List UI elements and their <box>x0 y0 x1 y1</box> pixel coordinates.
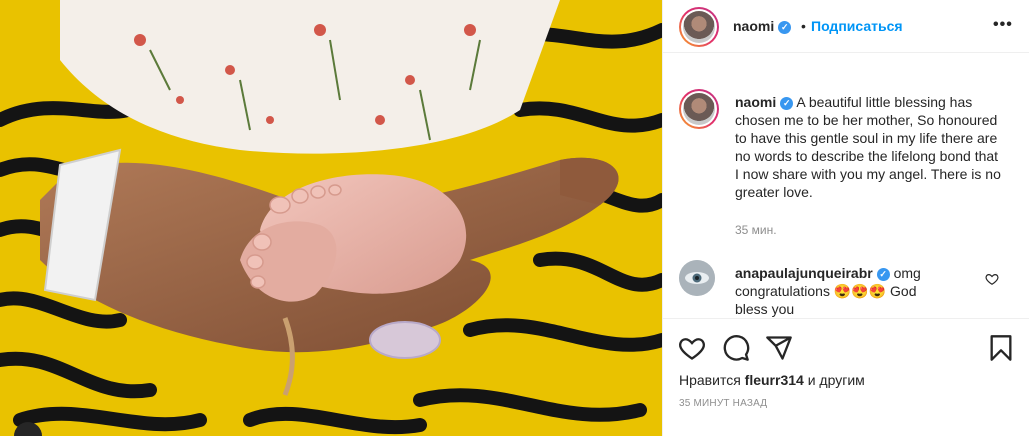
likes-line: Нравится fleurr314 и другим <box>679 372 865 388</box>
header-separator: • <box>801 18 806 34</box>
post-side-panel: naomi ✓ • Подписаться ••• naomi ✓ A beauti… <box>663 0 1029 436</box>
verified-icon: ✓ <box>876 267 890 281</box>
commenter-avatar-image <box>679 260 715 296</box>
caption-avatar[interactable] <box>679 89 719 129</box>
verified-icon: ✓ <box>778 20 792 34</box>
verified-icon: ✓ <box>780 96 794 110</box>
comment-username[interactable]: anapaulajunqueirabr ✓ <box>735 265 890 281</box>
post-photo-illustration <box>0 0 662 436</box>
comment-icon[interactable] <box>722 334 750 362</box>
more-options-icon[interactable]: ••• <box>993 16 1013 34</box>
bookmark-icon[interactable] <box>987 334 1015 362</box>
author-avatar[interactable] <box>679 7 719 47</box>
post-header: naomi ✓ • Подписаться ••• <box>663 0 1029 53</box>
comments-scroll-area[interactable]: naomi ✓ A beautiful little blessing has c… <box>663 53 1029 318</box>
author-username[interactable]: naomi ✓ <box>733 18 792 34</box>
likes-suffix[interactable]: и другим <box>808 372 865 388</box>
comment-item: anapaulajunqueirabr ✓ omg congratulations… <box>735 264 950 318</box>
post-actions: Нравится fleurr314 и другим 35 минут наз… <box>663 318 1029 437</box>
commenter-avatar[interactable] <box>679 260 715 296</box>
caption: naomi ✓ A beautiful little blessing has c… <box>735 93 1005 201</box>
post-image[interactable] <box>0 0 662 436</box>
likes-user[interactable]: fleurr314 <box>745 372 804 388</box>
comment-like-heart-icon[interactable] <box>985 272 999 286</box>
caption-username[interactable]: naomi ✓ <box>735 94 794 110</box>
caption-timestamp[interactable]: 35 мин. <box>735 223 777 237</box>
post-timestamp[interactable]: 35 минут назад <box>679 398 767 409</box>
heart-icon[interactable] <box>678 334 706 362</box>
share-icon[interactable] <box>765 334 793 362</box>
follow-button[interactable]: Подписаться <box>811 18 903 34</box>
likes-prefix: Нравится <box>679 372 741 388</box>
